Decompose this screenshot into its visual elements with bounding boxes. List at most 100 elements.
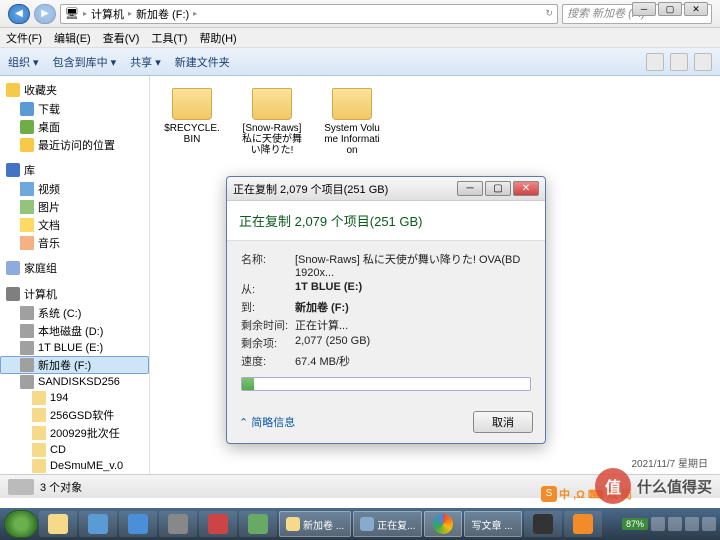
taskbar-task-write[interactable]: 写文章 ...	[464, 511, 522, 537]
toolbar-organize[interactable]: 组织 ▾	[8, 54, 39, 70]
sidebar-desktop[interactable]: 桌面	[0, 118, 149, 136]
homegroup-icon	[6, 261, 20, 275]
label-time: 剩余时间:	[241, 317, 295, 333]
sidebar-folder-256gsd[interactable]: 256GSD软件	[0, 406, 149, 424]
sidebar-music[interactable]: 音乐	[0, 234, 149, 252]
menu-file[interactable]: 文件(F)	[6, 30, 42, 46]
taskbar-pin-app2[interactable]	[159, 511, 197, 537]
sidebar-folder-200929[interactable]: 200929批次任	[0, 424, 149, 442]
tray-volume-icon[interactable]	[685, 517, 699, 531]
folder-icon	[32, 408, 46, 422]
taskbar-task-explorer[interactable]: 新加卷 ...	[279, 511, 351, 537]
window-controls: ─ ▢ ✕	[632, 2, 708, 16]
tray-icon[interactable]	[668, 517, 682, 531]
dialog-titlebar[interactable]: 正在复制 2,079 个项目(251 GB) ─ ▢ ✕	[227, 177, 545, 201]
maximize-button[interactable]: ▢	[658, 2, 682, 16]
menu-bar: 文件(F) 编辑(E) 查看(V) 工具(T) 帮助(H)	[0, 28, 720, 48]
taskbar-pin-explorer[interactable]	[39, 511, 77, 537]
folder-icon	[286, 517, 300, 531]
back-button[interactable]: ◀	[8, 4, 30, 24]
drive-icon	[20, 375, 34, 389]
sidebar-folder-desmume[interactable]: DeSmuME_v.0	[0, 458, 149, 474]
taskbar-pin-sogou[interactable]	[564, 511, 602, 537]
address-bar[interactable]: 🖥 ▸ 计算机 ▸ 新加卷 (F:) ▸ ↻	[60, 4, 558, 24]
help-icon[interactable]	[694, 53, 712, 71]
minimize-button[interactable]: ─	[632, 2, 656, 16]
sidebar-downloads[interactable]: 下载	[0, 100, 149, 118]
taskbar-chrome[interactable]	[424, 511, 462, 537]
taskbar-pin-app4[interactable]	[239, 511, 277, 537]
folder-recyclebin[interactable]: $RECYCLE.BIN	[162, 88, 222, 145]
taskbar-task-copy[interactable]: 正在复...	[353, 511, 422, 537]
watermark: 值 什么值得买	[595, 468, 712, 504]
menu-edit[interactable]: 编辑(E)	[54, 30, 91, 46]
folder-svi[interactable]: System Volume Information	[322, 88, 382, 156]
taskbar-pin-app5[interactable]	[524, 511, 562, 537]
close-button[interactable]: ✕	[684, 2, 708, 16]
sidebar-drive-f[interactable]: 新加卷 (F:)	[0, 356, 149, 374]
sidebar-drive-e[interactable]: 1T BLUE (E:)	[0, 340, 149, 356]
toolbar-share[interactable]: 共享 ▾	[130, 54, 161, 70]
chevron-right-icon: ▸	[193, 9, 197, 18]
app-icon	[208, 514, 228, 534]
label-speed: 速度:	[241, 353, 295, 369]
taskbar-pin-app[interactable]	[79, 511, 117, 537]
taskbar-pin-ie[interactable]	[119, 511, 157, 537]
sidebar-folder-cd[interactable]: CD	[0, 442, 149, 458]
sidebar-videos[interactable]: 视频	[0, 180, 149, 198]
system-tray[interactable]: 87%	[622, 517, 716, 531]
value-time: 正在计算...	[295, 317, 531, 333]
label-to: 到:	[241, 299, 295, 315]
menu-view[interactable]: 查看(V)	[103, 30, 140, 46]
cancel-button[interactable]: 取消	[473, 411, 533, 433]
label-from: 从:	[241, 281, 295, 297]
view-options-icon[interactable]	[646, 53, 664, 71]
drive-icon	[20, 306, 34, 320]
dialog-minimize-button[interactable]: ─	[457, 181, 483, 196]
app-icon	[248, 514, 268, 534]
more-details-toggle[interactable]: ⌃简略信息	[239, 414, 295, 430]
dialog-body: 名称:[Snow-Raws] 私に天使が舞い降りた! OVA(BD 1920x.…	[227, 241, 545, 405]
sidebar-homegroup[interactable]: 家庭组	[0, 258, 149, 278]
breadcrumb-drive[interactable]: 新加卷 (F:)	[136, 6, 189, 22]
taskbar-pin-app3[interactable]	[199, 511, 237, 537]
folder-snowraws[interactable]: [Snow-Raws] 私に天使が舞い降りた!	[242, 88, 302, 156]
forward-button[interactable]: ▶	[34, 4, 56, 24]
drive-icon	[8, 479, 34, 495]
dialog-close-button[interactable]: ✕	[513, 181, 539, 196]
sidebar-computer[interactable]: 计算机	[0, 284, 149, 304]
download-icon	[20, 102, 34, 116]
toolbar: 组织 ▾ 包含到库中 ▾ 共享 ▾ 新建文件夹	[0, 48, 720, 76]
sidebar-favorites[interactable]: 收藏夹	[0, 80, 149, 100]
tray-network-icon[interactable]	[702, 517, 716, 531]
ime-sogou-icon[interactable]: S	[541, 486, 557, 502]
sidebar-drive-d[interactable]: 本地磁盘 (D:)	[0, 322, 149, 340]
start-button[interactable]	[4, 510, 38, 538]
app-icon	[168, 514, 188, 534]
toolbar-newfolder[interactable]: 新建文件夹	[175, 54, 230, 70]
sidebar-pictures[interactable]: 图片	[0, 198, 149, 216]
sidebar-recent[interactable]: 最近访问的位置	[0, 136, 149, 154]
tray-icon[interactable]	[651, 517, 665, 531]
folder-icon	[32, 459, 46, 473]
video-icon	[20, 182, 34, 196]
sidebar-drive-c[interactable]: 系统 (C:)	[0, 304, 149, 322]
sidebar-folder-194[interactable]: 194	[0, 390, 149, 406]
menu-help[interactable]: 帮助(H)	[199, 30, 236, 46]
sidebar-libraries[interactable]: 库	[0, 160, 149, 180]
folder-label: System Volume Information	[322, 123, 382, 156]
battery-indicator[interactable]: 87%	[622, 518, 648, 530]
sidebar-documents[interactable]: 文档	[0, 216, 149, 234]
folder-icon	[32, 443, 46, 457]
sidebar-drive-sandisk[interactable]: SANDISKSD256	[0, 374, 149, 390]
document-icon	[20, 218, 34, 232]
drive-icon	[20, 341, 34, 355]
menu-tools[interactable]: 工具(T)	[151, 30, 187, 46]
preview-pane-icon[interactable]	[670, 53, 688, 71]
folder-icon	[172, 88, 212, 120]
refresh-icon[interactable]: ↻	[545, 8, 553, 19]
toolbar-include[interactable]: 包含到库中 ▾	[53, 54, 117, 70]
dialog-maximize-button[interactable]: ▢	[485, 181, 511, 196]
app-icon	[533, 514, 553, 534]
breadcrumb-computer[interactable]: 计算机	[91, 6, 124, 22]
